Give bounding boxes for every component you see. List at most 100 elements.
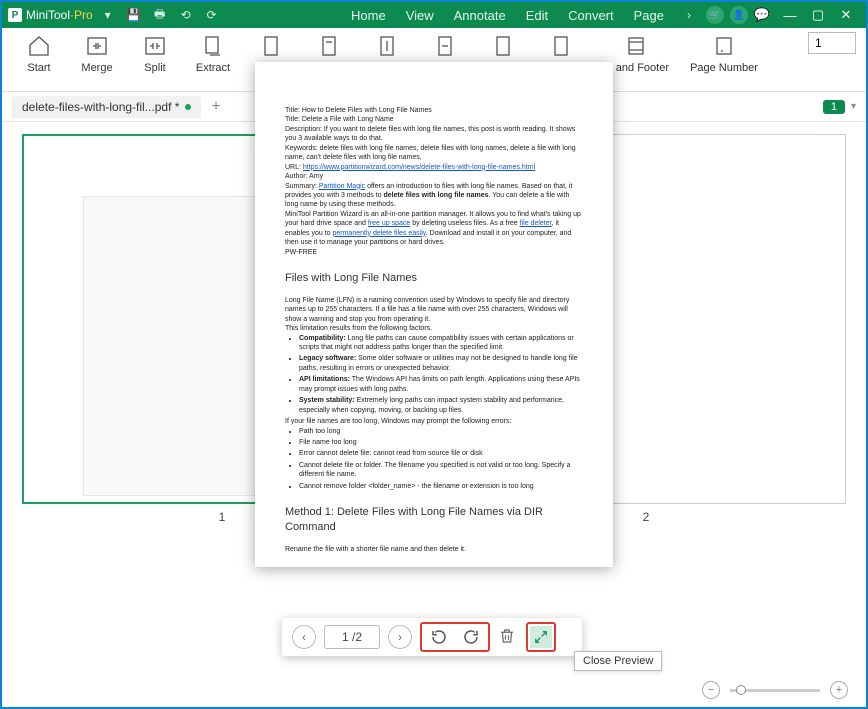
- list-item: Compatibility: Long file paths can cause…: [299, 334, 583, 353]
- menu-annotate[interactable]: Annotate: [454, 8, 506, 23]
- zoom-out-button[interactable]: −: [702, 681, 720, 699]
- list-item: Cannot remove folder <folder_name> - the…: [299, 482, 583, 491]
- zoom-knob-icon[interactable]: [736, 685, 746, 695]
- doc-keywords: Keywords: delete files with long file na…: [285, 144, 583, 163]
- delete-page-button[interactable]: [498, 627, 518, 647]
- page-icon: [317, 34, 341, 58]
- header-footer-icon: [624, 34, 648, 58]
- doc-title: Title: How to Delete Files with Long Fil…: [285, 106, 583, 115]
- zoom-bar: − +: [702, 681, 848, 699]
- m1-p: Rename the file with a shorter file name…: [285, 545, 583, 554]
- cart-icon[interactable]: 🛒: [706, 6, 724, 24]
- b: Legacy software:: [299, 355, 356, 362]
- page-number-label: Page Number: [690, 62, 758, 74]
- minimize-button[interactable]: —: [776, 2, 804, 28]
- redo-icon[interactable]: ⟳: [201, 4, 223, 26]
- split-icon: [143, 34, 167, 58]
- user-icon[interactable]: 👤: [730, 6, 748, 24]
- doc-url-label: URL:: [285, 164, 303, 171]
- extract-button[interactable]: Extract: [186, 32, 240, 88]
- menu-page[interactable]: Page: [634, 8, 664, 23]
- doc-pw: MiniTool Partition Wizard is an all-in-o…: [285, 210, 583, 248]
- menu-convert[interactable]: Convert: [568, 8, 614, 23]
- menu-home[interactable]: Home: [351, 8, 386, 23]
- feedback-icon[interactable]: 💬: [748, 2, 776, 28]
- pw-link3[interactable]: permanently delete files easily: [332, 230, 425, 237]
- pw-link1[interactable]: free up space: [368, 220, 410, 227]
- heading-method1: Method 1: Delete Files with Long File Na…: [285, 505, 583, 535]
- start-label: Start: [27, 62, 50, 74]
- ribbon-page-input-wrap: [808, 32, 856, 54]
- extract-label: Extract: [196, 62, 230, 74]
- thumb-label-2: 2: [643, 510, 650, 524]
- preview-page: Title: How to Delete Files with Long Fil…: [255, 62, 613, 567]
- page-badge: 1: [823, 100, 845, 114]
- page-field[interactable]: 1 /2: [324, 625, 380, 649]
- prev-page-button[interactable]: ‹: [292, 625, 316, 649]
- err-intro: If your file names are too long, Windows…: [285, 417, 583, 426]
- rotate-left-button[interactable]: [428, 626, 450, 648]
- modified-dot-icon: [185, 104, 191, 110]
- list-item: Legacy software: Some older software or …: [299, 354, 583, 373]
- zoom-in-button[interactable]: +: [830, 681, 848, 699]
- page-icon: [375, 34, 399, 58]
- maximize-button[interactable]: ▢: [804, 2, 832, 28]
- lfn-p1: Long File Name (LFN) is a naming convent…: [285, 296, 583, 324]
- overflow-icon[interactable]: ›: [678, 4, 700, 26]
- page-icon: [491, 34, 515, 58]
- dropdown-icon[interactable]: ▾: [97, 4, 119, 26]
- list-item: Path too long: [299, 427, 583, 436]
- heading-lfn: Files with Long File Names: [285, 271, 583, 286]
- pw-link2[interactable]: file deleter: [520, 220, 552, 227]
- b: API limitations:: [299, 376, 350, 383]
- merge-label: Merge: [81, 62, 112, 74]
- doc-url-line: URL: https://www.partitionwizard.com/new…: [285, 163, 583, 172]
- doc-pwfree: PW-FREE: [285, 248, 583, 257]
- new-tab-button[interactable]: +: [211, 98, 220, 116]
- ribbon-page-input[interactable]: [808, 32, 856, 54]
- page-badge-caret-icon[interactable]: ▾: [851, 101, 856, 112]
- summary-link[interactable]: Partition Magic: [319, 183, 365, 190]
- b: Compatibility:: [299, 335, 346, 342]
- zoom-slider[interactable]: [730, 689, 820, 692]
- rotate-right-button[interactable]: [460, 626, 482, 648]
- list-item: System stability: Extremely long paths c…: [299, 396, 583, 415]
- close-preview-highlight: [526, 622, 556, 652]
- print-icon[interactable]: 🖶: [149, 4, 171, 26]
- page-number-button[interactable]: Page Number: [684, 32, 764, 88]
- file-tab-label: delete-files-with-long-fil...pdf *: [22, 100, 179, 114]
- doc-summary: Summary: Partition Magic offers an intro…: [285, 182, 583, 210]
- next-page-button[interactable]: ›: [388, 625, 412, 649]
- split-button[interactable]: Split: [128, 32, 182, 88]
- close-button[interactable]: ✕: [832, 2, 860, 28]
- file-tab[interactable]: delete-files-with-long-fil...pdf *: [12, 96, 201, 118]
- merge-button[interactable]: Merge: [70, 32, 124, 88]
- rotate-group-highlight: [420, 622, 490, 652]
- close-preview-button[interactable]: [530, 626, 552, 648]
- doc-url-link[interactable]: https://www.partitionwizard.com/news/del…: [303, 164, 535, 171]
- page-icon: [549, 34, 573, 58]
- start-button[interactable]: Start: [12, 32, 66, 88]
- list-item: Error cannot delete file: cannot read fr…: [299, 449, 583, 458]
- factor-list: Compatibility: Long file paths can cause…: [299, 334, 583, 416]
- page-icon: [259, 34, 283, 58]
- undo-icon[interactable]: ⟲: [175, 4, 197, 26]
- menu-edit[interactable]: Edit: [526, 8, 548, 23]
- lfn-p2: This limitation results from the followi…: [285, 324, 583, 333]
- error-list: Path too long File name too long Error c…: [299, 427, 583, 492]
- preview-controls: ‹ 1 /2 ›: [282, 618, 582, 656]
- split-label: Split: [144, 62, 165, 74]
- page-icon: [433, 34, 457, 58]
- app-name: MiniTool·Pro: [26, 8, 93, 22]
- save-icon[interactable]: 💾: [123, 4, 145, 26]
- summary-pre: Summary:: [285, 183, 319, 190]
- merge-icon: [85, 34, 109, 58]
- home-icon: [27, 34, 51, 58]
- titlebar: P MiniTool·Pro ▾ 💾 🖶 ⟲ ⟳ Home View Annot…: [2, 2, 866, 28]
- page-number-icon: [712, 34, 736, 58]
- list-item: Cannot delete file or folder. The filena…: [299, 461, 583, 480]
- doc-desc: Description: If you want to delete files…: [285, 125, 583, 144]
- menu-view[interactable]: View: [406, 8, 434, 23]
- pw2: by deleting useless files. As a free: [410, 220, 519, 227]
- app-logo-icon: P: [8, 8, 22, 22]
